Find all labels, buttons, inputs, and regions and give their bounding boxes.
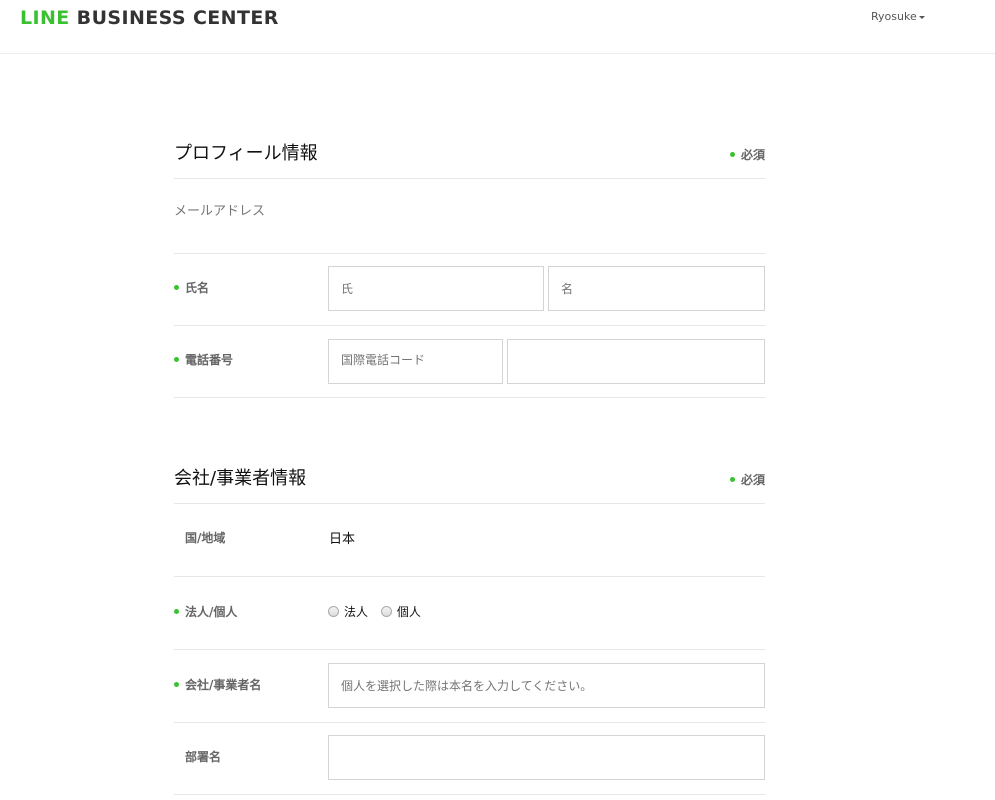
phone-label: 電話番号 <box>174 353 233 367</box>
divider <box>174 503 765 504</box>
country-label-text: 国/地域 <box>185 531 226 545</box>
profile-section-title: プロフィール情報 <box>174 143 318 164</box>
entity-type-label-text: 法人/個人 <box>185 605 238 619</box>
divider <box>174 253 765 254</box>
entity-type-radio-group: 法人 個人 <box>328 605 430 619</box>
user-name: Ryosuke <box>871 10 917 23</box>
required-legend: 必須 <box>730 473 765 487</box>
first-name-input[interactable] <box>548 266 765 311</box>
user-menu-dropdown[interactable]: Ryosuke <box>871 10 925 24</box>
required-dot-icon <box>174 682 179 687</box>
radio-circle-icon[interactable] <box>380 606 392 617</box>
top-header: LINE BUSINESS CENTER Ryosuke <box>0 0 995 54</box>
divider <box>174 178 765 179</box>
radio-circle-icon[interactable] <box>328 606 339 617</box>
company-name-input[interactable] <box>328 663 765 708</box>
divider <box>174 722 765 723</box>
required-dot-icon <box>174 357 179 362</box>
line-business-center-logo[interactable]: LINE BUSINESS CENTER <box>20 7 279 29</box>
divider <box>174 794 765 795</box>
department-label: 部署名 <box>174 750 221 764</box>
country-label: 国/地域 <box>174 531 225 545</box>
phone-number-input[interactable] <box>507 339 765 384</box>
email-label: メールアドレス <box>174 204 266 219</box>
required-dot-icon <box>174 609 179 614</box>
last-name-input[interactable] <box>328 266 544 311</box>
required-dot-icon <box>174 285 179 290</box>
radio-individual-label[interactable]: 個人 <box>397 605 421 619</box>
divider <box>174 649 765 650</box>
logo-business-center-text: BUSINESS CENTER <box>69 7 279 29</box>
radio-corporation[interactable]: 法人 <box>328 605 368 619</box>
required-legend: 必須 <box>730 148 765 162</box>
name-label: 氏名 <box>174 281 209 295</box>
radio-corporation-label[interactable]: 法人 <box>344 605 368 619</box>
company-name-label: 会社/事業者名 <box>174 678 261 692</box>
divider <box>174 325 765 326</box>
country-code-input[interactable] <box>328 339 503 384</box>
name-label-text: 氏名 <box>185 281 210 295</box>
required-legend-text: 必須 <box>741 148 766 162</box>
logo-line-text: LINE <box>20 7 70 29</box>
divider <box>174 576 765 577</box>
department-label-text: 部署名 <box>185 750 222 764</box>
radio-individual[interactable]: 個人 <box>380 605 421 619</box>
country-value: 日本 <box>329 532 356 547</box>
required-legend-text: 必須 <box>741 473 766 487</box>
department-input[interactable] <box>328 735 765 780</box>
required-dot-icon <box>730 477 735 482</box>
company-section-title: 会社/事業者情報 <box>174 468 307 489</box>
entity-type-label: 法人/個人 <box>174 605 237 619</box>
company-name-label-text: 会社/事業者名 <box>185 678 262 692</box>
phone-label-text: 電話番号 <box>185 353 234 367</box>
divider <box>174 397 765 398</box>
required-dot-icon <box>730 152 735 157</box>
chevron-down-icon <box>918 15 925 19</box>
